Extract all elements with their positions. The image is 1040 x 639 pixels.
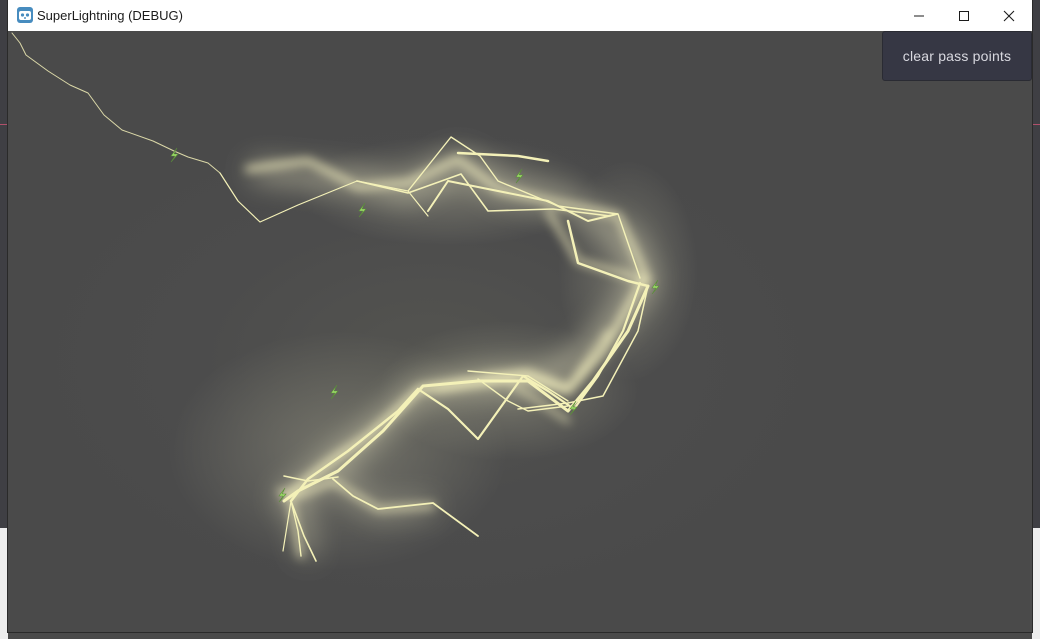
lightning-canvas <box>11 32 698 571</box>
close-button[interactable] <box>986 0 1032 31</box>
clear-pass-points-button[interactable]: clear pass points <box>882 31 1032 81</box>
window-title: SuperLightning (DEBUG) <box>37 8 183 23</box>
maximize-button[interactable] <box>941 0 987 31</box>
app-window: SuperLightning (DEBUG) clear pass points <box>8 0 1032 632</box>
desktop-background-left-lower <box>0 528 8 639</box>
minimize-button[interactable] <box>896 0 942 31</box>
desktop-guide-line <box>1032 124 1040 125</box>
godot-icon <box>17 7 33 23</box>
desktop-guide-line <box>0 124 8 125</box>
minimize-icon <box>914 15 924 16</box>
maximize-icon <box>959 10 969 21</box>
title-bar[interactable]: SuperLightning (DEBUG) <box>8 0 1032 32</box>
desktop-background-right-lower <box>1032 528 1040 639</box>
close-icon <box>1003 10 1015 21</box>
game-viewport[interactable] <box>8 31 1032 632</box>
